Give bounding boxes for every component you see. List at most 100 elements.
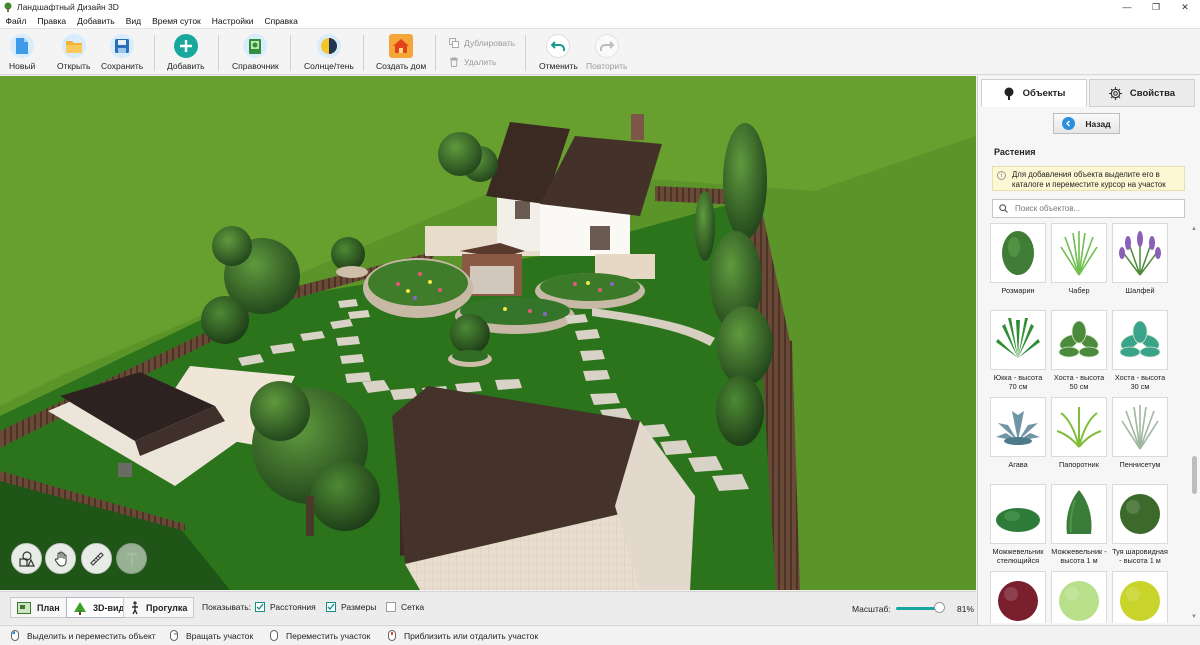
plant-name: Шалфей <box>1125 286 1155 295</box>
scroll-up-icon[interactable]: ▲ <box>1191 226 1197 232</box>
trash-icon <box>450 57 458 67</box>
plant-name: Чабер <box>1068 286 1090 295</box>
plant-tile[interactable]: Юкка - высота 70 см <box>990 310 1046 391</box>
duplicate-button[interactable]: Дублировать <box>449 38 515 48</box>
sun-shadow-button[interactable]: Солнце/тень <box>304 34 354 71</box>
plant-tile[interactable]: Можжевельник - высота 1 м <box>1051 484 1107 565</box>
tree-icon <box>73 601 87 615</box>
plant-name: Можжевельник стелющийся <box>992 547 1044 565</box>
sizes-checkbox[interactable]: Размеры <box>326 602 376 612</box>
plant-tile[interactable]: Можжевельник стелющийся <box>990 484 1046 565</box>
menu-add[interactable]: Добавить <box>72 16 121 26</box>
toolbar-separator <box>435 35 436 71</box>
delete-button[interactable]: Удалить <box>449 57 496 67</box>
add-button[interactable]: Добавить <box>167 34 205 71</box>
plant-thumbnail[interactable] <box>1051 310 1107 370</box>
shapes-icon <box>18 550 35 567</box>
ruler-tool-button[interactable] <box>81 543 112 574</box>
plant-thumbnail[interactable] <box>1112 223 1168 283</box>
plant-tile[interactable]: Розмарин <box>990 223 1046 295</box>
reference-button[interactable]: Справочник <box>232 34 279 71</box>
pan-tool-button[interactable] <box>45 543 76 574</box>
text-icon <box>126 552 137 565</box>
plant-tile[interactable]: Туя шаровидная - высота 1 м <box>1112 484 1168 565</box>
plant-tile[interactable]: Чабер <box>1051 223 1107 295</box>
plant-name: Можжевельник - высота 1 м <box>1051 547 1107 565</box>
plant-thumbnail[interactable] <box>1051 571 1107 623</box>
plant-thumbnail[interactable] <box>990 310 1046 370</box>
hint-zoom: Приблизить или отдалить участок <box>388 630 538 641</box>
plant-tile[interactable]: Пеннисетум <box>1112 397 1168 469</box>
zoom-slider-thumb[interactable] <box>934 602 945 613</box>
plant-thumbnail[interactable] <box>1051 484 1107 544</box>
plant-tile[interactable]: Барбарис <box>990 571 1046 623</box>
new-button[interactable]: Новый <box>9 34 35 71</box>
minimize-button[interactable]: — <box>1112 0 1142 14</box>
catalog-scrollbar[interactable] <box>1191 236 1197 621</box>
menu-view[interactable]: Вид <box>120 16 146 26</box>
tab-objects[interactable]: Объекты <box>981 79 1087 107</box>
undo-button[interactable]: Отменить <box>539 34 578 71</box>
redo-button[interactable]: Повторить <box>586 34 628 71</box>
mouse-left-icon <box>11 630 19 641</box>
tab-properties[interactable]: Свойства <box>1089 79 1195 107</box>
plant-thumbnail[interactable] <box>1051 223 1107 283</box>
undo-icon <box>546 34 571 58</box>
floppy-disk-icon <box>110 34 135 58</box>
plant-thumbnail[interactable] <box>1112 484 1168 544</box>
menu-time-of-day[interactable]: Время суток <box>147 16 207 26</box>
text-tool-button[interactable] <box>116 543 147 574</box>
plant-tile[interactable]: Бирючина <box>1112 571 1168 623</box>
back-button[interactable]: Назад <box>1053 113 1120 134</box>
tab-walk[interactable]: Прогулка <box>123 597 195 618</box>
maximize-button[interactable]: ❐ <box>1141 0 1171 14</box>
plant-thumbnail[interactable] <box>990 484 1046 544</box>
plant-tile[interactable]: Шалфей <box>1112 223 1168 295</box>
plant-thumbnail[interactable] <box>990 397 1046 457</box>
menu-file[interactable]: Файл <box>0 16 32 26</box>
redo-icon <box>594 34 619 58</box>
plant-name: Хоста - высота 50 см <box>1053 373 1105 391</box>
grid-checkbox[interactable]: Сетка <box>386 602 424 612</box>
info-icon: i <box>997 171 1006 180</box>
garden-scene[interactable] <box>0 76 976 590</box>
menu-edit[interactable]: Правка <box>32 16 72 26</box>
hand-icon <box>54 551 66 566</box>
plant-thumbnail[interactable] <box>990 223 1046 283</box>
distances-checkbox[interactable]: Расстояния <box>255 602 316 612</box>
close-button[interactable]: ✕ <box>1170 0 1200 14</box>
menu-help[interactable]: Справка <box>259 16 303 26</box>
plant-thumbnail[interactable] <box>990 571 1046 623</box>
scrollbar-thumb[interactable] <box>1192 456 1197 494</box>
plant-thumbnail[interactable] <box>1051 397 1107 457</box>
plant-tile[interactable]: Папоротник <box>1051 397 1107 469</box>
arrow-left-icon <box>1062 117 1076 130</box>
plant-thumbnail[interactable] <box>1112 571 1168 623</box>
objects-panel: Объекты Свойства Назад Растения i Для до… <box>977 76 1200 625</box>
plant-tile[interactable]: Хоста - высота 30 см <box>1112 310 1168 391</box>
scroll-down-icon[interactable]: ▼ <box>1191 614 1197 620</box>
save-button[interactable]: Сохранить <box>101 34 143 71</box>
tab-3d-view[interactable]: 3D-вид <box>66 597 132 618</box>
search-icon <box>999 204 1008 213</box>
plant-name: Пеннисетум <box>1119 460 1161 469</box>
plant-tile[interactable]: Хоста - высота 50 см <box>1051 310 1107 391</box>
plant-thumbnail[interactable] <box>1112 397 1168 457</box>
search-input[interactable]: Поиск объектов... <box>992 199 1185 218</box>
toolbar: Новый Открыть Сохранить Добавить Справоч… <box>0 29 1200 75</box>
sun-shadow-icon <box>316 34 341 58</box>
ruler-icon <box>89 551 104 566</box>
tab-plan[interactable]: План <box>10 597 67 618</box>
plant-name: Папоротник <box>1059 460 1099 469</box>
3d-viewport[interactable] <box>0 76 976 590</box>
select-tool-button[interactable] <box>11 543 42 574</box>
view-bar: План 3D-вид Прогулка Показывать: Расстоя… <box>0 591 976 624</box>
plant-tile[interactable]: Дерен белый <box>1051 571 1107 623</box>
create-house-button[interactable]: Создать дом <box>376 34 426 71</box>
toolbar-separator <box>290 35 291 71</box>
plant-thumbnail[interactable] <box>1112 310 1168 370</box>
open-button[interactable]: Открыть <box>57 34 90 71</box>
plant-name: Хоста - высота 30 см <box>1114 373 1166 391</box>
plant-tile[interactable]: Агава <box>990 397 1046 469</box>
menu-settings[interactable]: Настройки <box>206 16 259 26</box>
